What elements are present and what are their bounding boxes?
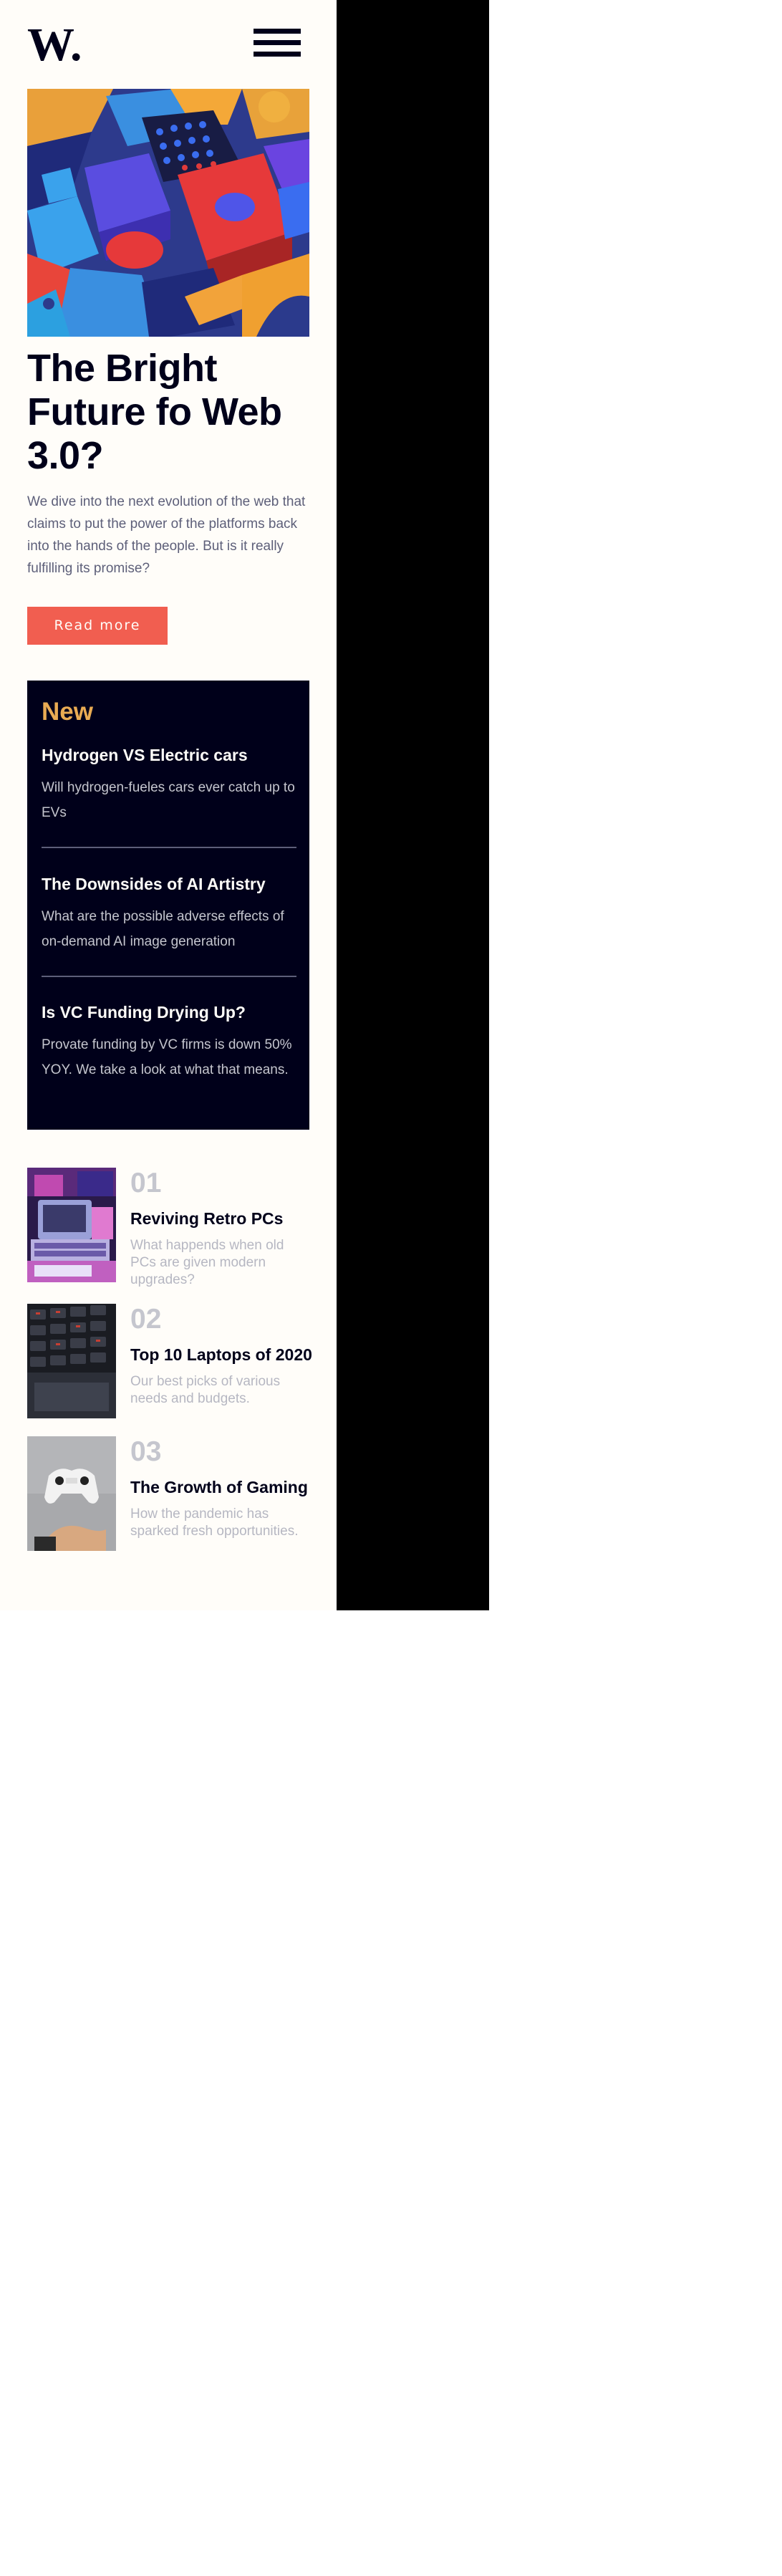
list-item-number: 01 [130, 1168, 162, 1198]
list-item: 01 Reviving Retro PCs What happends when… [27, 1168, 309, 1287]
new-section-heading: New [42, 698, 93, 726]
hero-image [27, 89, 309, 337]
list-item: 02 Top 10 Laptops of 2020 Our best picks… [27, 1304, 312, 1418]
list-item-number: 03 [130, 1436, 162, 1467]
news-item-title[interactable]: Hydrogen VS Electric cars [42, 745, 296, 765]
list-item-title[interactable]: The Growth of Gaming [130, 1477, 317, 1497]
list-item-number: 02 [130, 1304, 162, 1335]
news-item-description: Will hydrogen-fueles cars ever catch up … [42, 780, 295, 820]
dark-side-panel [337, 0, 489, 1610]
menu-button[interactable] [254, 27, 302, 59]
news-item-title[interactable]: Is VC Funding Drying Up? [42, 1002, 296, 1022]
news-item-description: Provate funding by VC firms is down 50% … [42, 1037, 292, 1077]
news-item-description: What are the possible adverse effects of… [42, 909, 284, 949]
list-item-title[interactable]: Reviving Retro PCs [130, 1208, 317, 1229]
list-item-thumbnail[interactable] [27, 1168, 116, 1282]
list-item-description: What happends when old PCs are given mod… [130, 1238, 284, 1287]
news-item: Is VC Funding Drying Up? Provate funding… [42, 1002, 296, 1082]
hero-title: The Bright Future fo Web 3.0? [27, 347, 282, 477]
news-item-title[interactable]: The Downsides of AI Artistry [42, 874, 296, 894]
read-more-button[interactable]: Read more [27, 607, 168, 645]
list-item-description: Our best picks of various needs and budg… [130, 1374, 281, 1406]
list-item-thumbnail[interactable] [27, 1304, 116, 1418]
news-item: Hydrogen VS Electric cars Will hydrogen-… [42, 745, 296, 825]
new-section: New Hydrogen VS Electric cars Will hydro… [27, 681, 309, 1130]
list-item: 03 The Growth of Gaming How the pandemic… [27, 1436, 309, 1551]
logo[interactable]: W. [27, 23, 86, 66]
hero-description: We dive into the next evolution of the w… [27, 494, 306, 576]
gaming-controller-image [27, 1436, 116, 1551]
page: W. The Bright Future fo Web 3.0? We dive… [0, 0, 337, 1610]
retro-pc-image [27, 1168, 116, 1282]
list-item-thumbnail[interactable] [27, 1436, 116, 1551]
news-divider [42, 847, 296, 848]
news-item: The Downsides of AI Artistry What are th… [42, 874, 296, 954]
laptop-keyboard-image [27, 1304, 116, 1418]
logo-text: W. [27, 23, 82, 66]
abstract-3d-shapes-image [27, 89, 309, 337]
news-divider [42, 976, 296, 977]
list-item-title[interactable]: Top 10 Laptops of 2020 [130, 1345, 317, 1365]
list-item-description: How the pandemic has sparked fresh oppor… [130, 1506, 299, 1539]
